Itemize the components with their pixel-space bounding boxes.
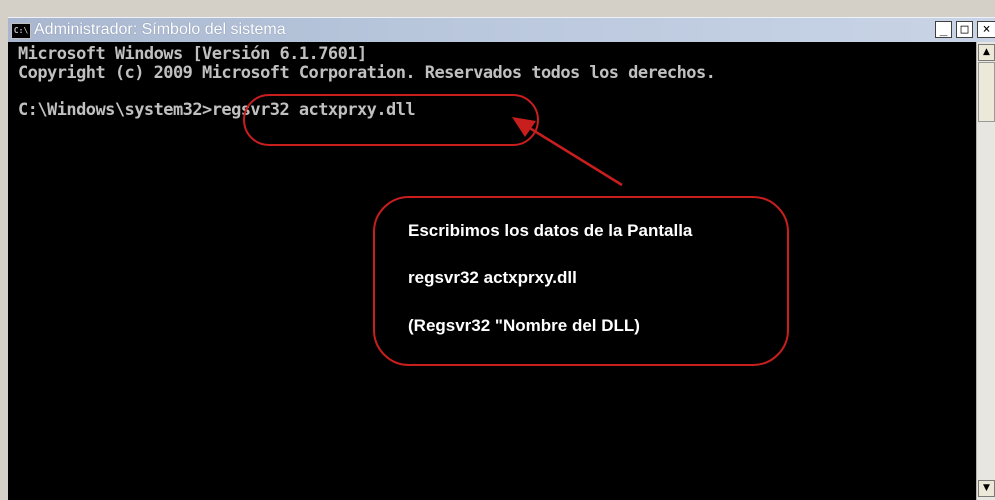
window-title: Administrador: Símbolo del sistema bbox=[34, 21, 286, 38]
scroll-up-button[interactable]: ▲ bbox=[978, 44, 995, 61]
console-line-copyright: Copyright (c) 2009 Microsoft Corporation… bbox=[18, 63, 716, 83]
maximize-button[interactable]: □ bbox=[956, 21, 973, 38]
callout-line-instruction: Escribimos los datos de la Pantalla bbox=[408, 221, 693, 240]
callout-line-syntax: (Regsvr32 "Nombre del DLL) bbox=[408, 316, 640, 335]
command-prompt-window: C:\ Administrador: Símbolo del sistema _… bbox=[0, 0, 995, 500]
scroll-down-button[interactable]: ▼ bbox=[978, 480, 995, 497]
scroll-thumb[interactable] bbox=[978, 62, 995, 122]
close-button[interactable]: × bbox=[977, 21, 995, 38]
minimize-button[interactable]: _ bbox=[935, 21, 952, 38]
title-bar[interactable]: C:\ Administrador: Símbolo del sistema _… bbox=[8, 17, 995, 42]
command-highlight-oval bbox=[243, 94, 539, 146]
vertical-scrollbar[interactable]: ▲ ▼ bbox=[976, 42, 995, 500]
console-line-version: Microsoft Windows [Versión 6.1.7601] bbox=[18, 44, 367, 64]
cmd-icon[interactable]: C:\ bbox=[11, 23, 31, 39]
callout-line-command: regsvr32 actxprxy.dll bbox=[408, 268, 577, 287]
instruction-callout: Escribimos los datos de la Pantalla regs… bbox=[373, 196, 789, 366]
